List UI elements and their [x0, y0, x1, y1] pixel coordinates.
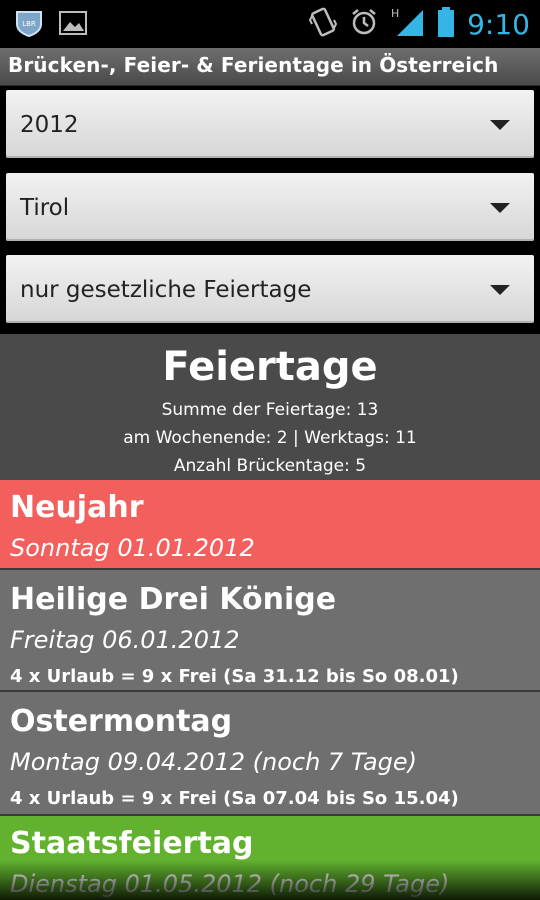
holiday-type-dropdown[interactable]: nur gesetzliche Feiertage	[6, 255, 534, 323]
alarm-icon	[349, 7, 379, 41]
summary-header: Feiertage Summe der Feiertage: 13 am Woc…	[0, 334, 540, 480]
year-dropdown[interactable]: 2012	[6, 90, 534, 158]
holiday-item[interactable]: Ostermontag Montag 09.04.2012 (noch 7 Ta…	[0, 690, 540, 814]
image-icon	[58, 8, 88, 42]
network-type-label: H	[391, 7, 399, 20]
summary-heading: Feiertage	[162, 344, 378, 390]
battery-icon	[437, 6, 455, 42]
holiday-name: Ostermontag	[10, 704, 233, 739]
filter-panel: 2012 Tirol nur gesetzliche Feiertage	[0, 86, 540, 334]
holiday-name: Staatsfeiertag	[10, 826, 254, 861]
holiday-date: Sonntag 01.01.2012	[10, 534, 255, 562]
region-dropdown[interactable]: Tirol	[6, 173, 534, 241]
app-title: Brücken-, Feier- & Ferientage in Österre…	[8, 53, 499, 77]
signal-icon: H	[391, 6, 425, 42]
status-bar: LBR H 9:10	[0, 0, 540, 48]
vibrate-icon	[308, 6, 338, 42]
chevron-down-icon	[490, 285, 510, 295]
clock: 9:10	[467, 7, 530, 41]
holiday-date: Montag 09.04.2012 (noch 7 Tage)	[10, 748, 418, 776]
app-title-bar: Brücken-, Feier- & Ferientage in Österre…	[0, 48, 540, 86]
bridge-day-info: 4 x Urlaub = 9 x Frei (Sa 31.12 bis So 0…	[10, 666, 459, 687]
holiday-date: Freitag 06.01.2012	[10, 626, 240, 654]
svg-text:LBR: LBR	[22, 20, 36, 28]
chevron-down-icon	[490, 120, 510, 130]
holiday-date: Dienstag 01.05.2012 (noch 29 Tage)	[10, 870, 450, 898]
holiday-item[interactable]: Heilige Drei Könige Freitag 06.01.2012 4…	[0, 568, 540, 690]
holiday-item[interactable]: Staatsfeiertag Dienstag 01.05.2012 (noch…	[0, 814, 540, 900]
app-notification-icon: LBR	[14, 8, 44, 42]
holiday-name: Neujahr	[10, 490, 144, 525]
region-dropdown-value: Tirol	[20, 195, 70, 221]
holiday-item[interactable]: Neujahr Sonntag 01.01.2012	[0, 480, 540, 568]
summary-total: Summe der Feiertage: 13	[161, 400, 379, 420]
summary-bridge-days: Anzahl Brückentage: 5	[173, 456, 367, 476]
holiday-name: Heilige Drei Könige	[10, 582, 337, 617]
chevron-down-icon	[490, 203, 510, 213]
summary-split: am Wochenende: 2 | Werktags: 11	[123, 428, 417, 448]
bridge-day-info: 4 x Urlaub = 9 x Frei (Sa 07.04 bis So 1…	[10, 788, 459, 809]
holiday-type-dropdown-value: nur gesetzliche Feiertage	[20, 277, 312, 303]
year-dropdown-value: 2012	[20, 112, 79, 138]
